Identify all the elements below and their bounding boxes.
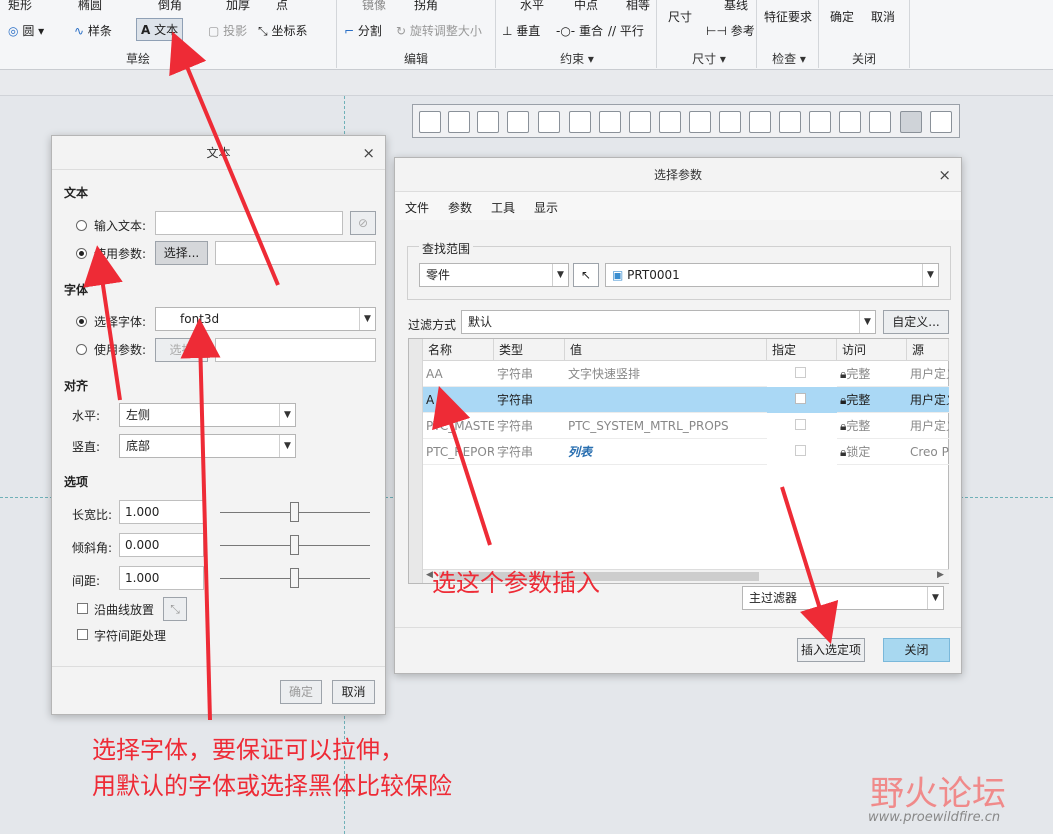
watermark-url: www.proewildfire.cn xyxy=(868,810,1001,825)
arrow-to-insert-button xyxy=(780,486,839,645)
arrow-to-use-param xyxy=(83,245,123,401)
annotation-font-tip-1: 选择字体，要保证可以拉伸， xyxy=(92,736,404,764)
arrow-to-text-tool xyxy=(169,31,280,286)
watermark-text: 野火论坛 xyxy=(870,774,1006,814)
annotation-insert-tip: 选这个参数插入 xyxy=(432,569,600,597)
annotation-font-tip-2: 用默认的字体或选择黑体比较保险 xyxy=(92,772,452,800)
annotation-arrows xyxy=(83,31,839,721)
watermark-logo: 野火论坛 www.proewildfire.cn xyxy=(862,758,1042,828)
arrow-to-font-select xyxy=(180,318,221,721)
arrow-to-param-a xyxy=(432,385,492,546)
